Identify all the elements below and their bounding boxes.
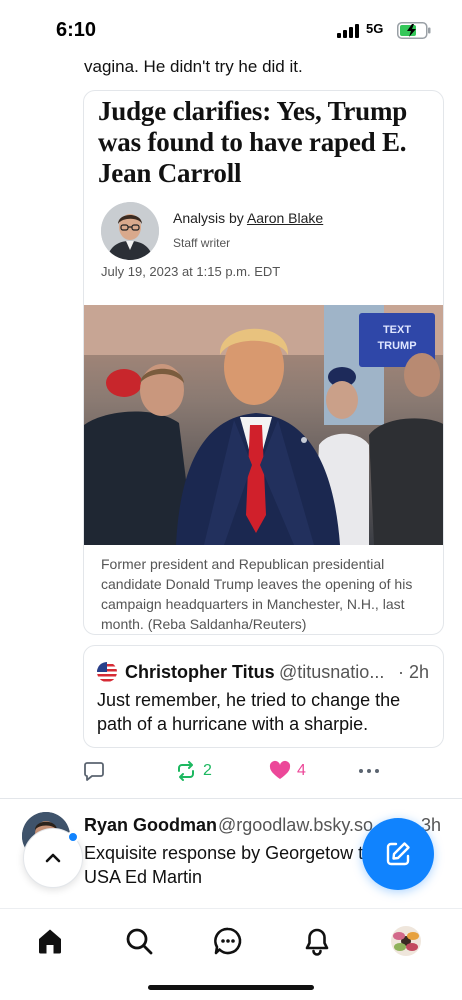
author-link[interactable]: Aaron Blake (247, 210, 323, 226)
nav-chat[interactable] (211, 924, 245, 958)
quoted-post-time: · 2h (397, 662, 429, 682)
article-headline: Judge clarifies: Yes, Trump was found to… (98, 96, 408, 188)
network-label: 5G (366, 21, 384, 36)
new-posts-dot (67, 831, 79, 843)
chat-icon (214, 927, 242, 955)
next-post-author-name[interactable]: Ryan Goodman (84, 815, 217, 836)
feed-divider (0, 798, 462, 799)
svg-text:TRUMP: TRUMP (377, 340, 416, 352)
post-actions: 2 4 (83, 759, 444, 783)
author-role: Staff writer (173, 236, 231, 250)
author-photo (101, 202, 159, 260)
more-icon (359, 769, 379, 773)
byline: Analysis by Aaron Blake (173, 210, 323, 226)
bell-icon (305, 928, 329, 956)
like-button[interactable]: 4 (269, 759, 306, 783)
nav-search[interactable] (122, 924, 156, 958)
article-photo: TEXT TRUMP (84, 305, 443, 545)
chevron-up-icon (45, 853, 61, 863)
reply-button[interactable] (83, 759, 105, 783)
compose-button[interactable] (362, 818, 434, 890)
like-count: 4 (297, 762, 306, 779)
heart-icon (269, 760, 291, 779)
profile-avatar (391, 926, 421, 956)
quoted-author-handle[interactable]: @titusnatio... (279, 662, 384, 683)
quoted-author-name[interactable]: Christopher Titus (125, 662, 275, 683)
status-bar: 6:10 5G (0, 0, 462, 58)
repost-button[interactable]: 2 (175, 759, 212, 783)
nav-home[interactable] (33, 924, 67, 958)
battery-icon (397, 22, 431, 39)
more-options-button[interactable] (357, 759, 381, 783)
bottom-nav (0, 908, 462, 1000)
quoted-post-text: Just remember, he tried to change the pa… (97, 690, 401, 734)
quoted-post-card[interactable]: Christopher Titus @titusnatio... · 2h Ju… (83, 645, 444, 748)
sign-text: TEXT (383, 324, 411, 336)
nav-notifications[interactable] (300, 924, 334, 958)
search-icon (126, 928, 153, 955)
compose-icon (386, 842, 410, 866)
signal-icon (337, 24, 359, 38)
article-embed-card[interactable]: Judge clarifies: Yes, Trump was found to… (83, 90, 444, 635)
repost-icon (178, 761, 194, 781)
photo-caption: Former president and Republican presiden… (101, 556, 413, 632)
home-indicator (148, 985, 314, 990)
byline-prefix: Analysis by (173, 210, 247, 226)
home-icon (39, 929, 61, 954)
quoted-author-avatar[interactable] (97, 662, 117, 682)
next-post-author-handle[interactable]: @rgoodlaw.bsky.so (218, 815, 373, 836)
scroll-to-top-button[interactable] (23, 828, 83, 888)
repost-count: 2 (203, 762, 212, 779)
nav-profile[interactable] (389, 924, 423, 958)
status-time: 6:10 (56, 19, 97, 41)
reply-icon (84, 762, 104, 781)
post-text: vagina. He didn't try he did it. (84, 57, 303, 76)
article-date: July 19, 2023 at 1:15 p.m. EDT (101, 264, 281, 279)
